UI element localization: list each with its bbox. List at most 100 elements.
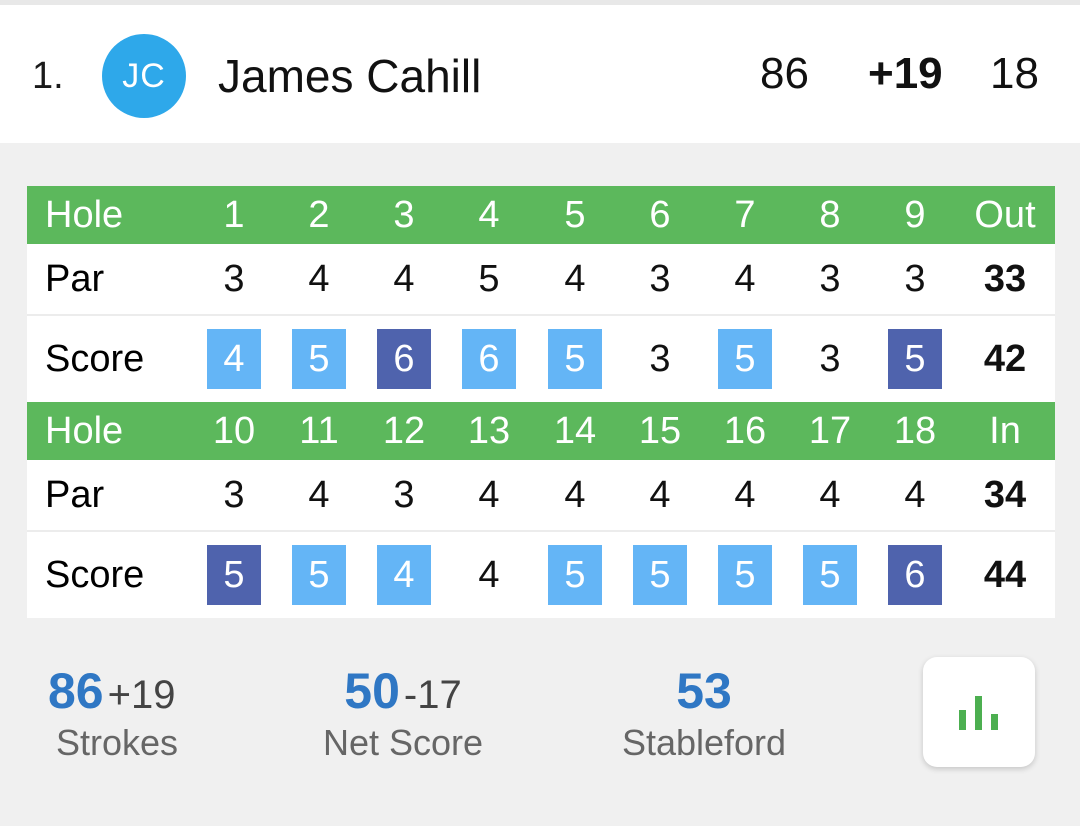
- hole-total-cell: Out: [974, 193, 1036, 236]
- par-cell: 5: [478, 257, 500, 300]
- front-score-row: Score 4 5 6 6 5 3 5 3 5 42: [27, 316, 1055, 402]
- score-cell: 5: [715, 532, 775, 618]
- score-value: 3: [819, 337, 841, 380]
- score-cell: 5: [885, 316, 945, 402]
- score-total-cell: 44: [983, 553, 1027, 596]
- hole-row-label: Hole: [45, 409, 124, 452]
- score-value: 4: [478, 553, 500, 596]
- score-cell: 4: [204, 316, 264, 402]
- player-strokes: 86: [760, 49, 809, 98]
- score-cell: 5: [289, 316, 349, 402]
- strokes-label: Strokes: [56, 722, 179, 763]
- score-cell: 3: [630, 316, 690, 402]
- score-cell: 4: [459, 532, 519, 618]
- par-cell: 4: [734, 473, 756, 516]
- stats-chart-button[interactable]: [923, 657, 1035, 767]
- summary-stats: 86 +19 Strokes 50 -17 Net Score 53 Stablef…: [0, 650, 1080, 780]
- hole-cell: 6: [649, 193, 671, 236]
- front-hole-row: Hole 1 2 3 4 5 6 7 8 9 Out: [27, 186, 1055, 244]
- hole-cell: 14: [553, 409, 597, 452]
- par-cell: 4: [308, 473, 330, 516]
- hole-cell: 8: [819, 193, 841, 236]
- score-value: 5: [718, 545, 772, 605]
- par-cell: 4: [308, 257, 330, 300]
- score-value: 5: [718, 329, 772, 389]
- stableford-value: 53: [676, 663, 732, 719]
- par-cell: 3: [223, 473, 245, 516]
- score-value: 5: [803, 545, 857, 605]
- score-value: 5: [292, 329, 346, 389]
- score-value: 5: [888, 329, 942, 389]
- par-cell: 4: [564, 257, 586, 300]
- scorecard: Hole 1 2 3 4 5 6 7 8 9 Out Par 3 4 4 5 4 3 4 3 3 33 Score 4 5 6…: [27, 186, 1055, 618]
- hole-cell: 15: [638, 409, 682, 452]
- score-cell: 5: [800, 532, 860, 618]
- score-value: 5: [207, 545, 261, 605]
- score-total-cell: 42: [983, 337, 1027, 380]
- par-cell: 3: [393, 473, 415, 516]
- score-cell: 5: [204, 532, 264, 618]
- score-value: 5: [633, 545, 687, 605]
- net-score-stat: 50 -17 Net Score: [320, 662, 486, 764]
- hole-cell: 16: [723, 409, 767, 452]
- bar-chart-icon: [959, 696, 998, 730]
- back-score-row: Score 5 5 4 4 5 5 5 5 6 44: [27, 532, 1055, 618]
- par-cell: 4: [734, 257, 756, 300]
- score-cell: 6: [459, 316, 519, 402]
- par-cell: 4: [904, 473, 926, 516]
- hole-cell: 3: [393, 193, 415, 236]
- score-cell: 5: [630, 532, 690, 618]
- player-to-par: +19: [868, 49, 943, 98]
- avatar-initials: JC: [122, 56, 166, 95]
- score-row-label: Score: [45, 553, 145, 596]
- back-par-row: Par 3 4 3 4 4 4 4 4 4 34: [27, 460, 1055, 532]
- par-cell: 3: [819, 257, 841, 300]
- score-value: 4: [207, 329, 261, 389]
- par-cell: 4: [564, 473, 586, 516]
- score-cell: 5: [289, 532, 349, 618]
- player-row[interactable]: 1. JC James Cahill 86 +19 18: [0, 5, 1080, 143]
- score-value: 6: [377, 329, 431, 389]
- score-cell: 5: [715, 316, 775, 402]
- par-cell: 4: [649, 473, 671, 516]
- score-value: 3: [649, 337, 671, 380]
- par-cell: 4: [819, 473, 841, 516]
- hole-total-cell: In: [989, 409, 1021, 452]
- player-rank: 1.: [32, 55, 64, 97]
- par-row-label: Par: [45, 473, 105, 516]
- hole-cell: 17: [808, 409, 852, 452]
- hole-cell: 9: [904, 193, 926, 236]
- hole-cell: 1: [223, 193, 245, 236]
- par-cell: 3: [649, 257, 671, 300]
- hole-cell: 18: [893, 409, 937, 452]
- par-cell: 4: [478, 473, 500, 516]
- hole-cell: 13: [467, 409, 511, 452]
- score-value: 5: [548, 545, 602, 605]
- score-row-label: Score: [45, 337, 145, 380]
- score-cell: 3: [800, 316, 860, 402]
- score-value: 6: [888, 545, 942, 605]
- strokes-stat: 86 +19 Strokes: [48, 662, 178, 764]
- score-cell: 4: [374, 532, 434, 618]
- hole-cell: 12: [382, 409, 426, 452]
- score-cell: 5: [545, 532, 605, 618]
- back-hole-row: Hole 10 11 12 13 14 15 16 17 18 In: [27, 402, 1055, 460]
- hole-cell: 11: [299, 409, 339, 452]
- hole-cell: 10: [212, 409, 256, 452]
- score-value: 5: [548, 329, 602, 389]
- stableford-label: Stableford: [621, 722, 787, 763]
- par-cell: 3: [223, 257, 245, 300]
- net-score-label: Net Score: [322, 722, 484, 763]
- score-value: 4: [377, 545, 431, 605]
- score-value: 6: [462, 329, 516, 389]
- player-name: James Cahill: [218, 50, 482, 102]
- hole-row-label: Hole: [45, 193, 124, 236]
- par-total-cell: 34: [983, 473, 1027, 516]
- par-row-label: Par: [45, 257, 105, 300]
- net-score-value: 50: [344, 663, 400, 719]
- player-holes-played: 18: [990, 49, 1039, 98]
- score-cell: 6: [374, 316, 434, 402]
- strokes-value: 86: [48, 663, 104, 719]
- par-cell: 4: [393, 257, 415, 300]
- hole-cell: 2: [308, 193, 330, 236]
